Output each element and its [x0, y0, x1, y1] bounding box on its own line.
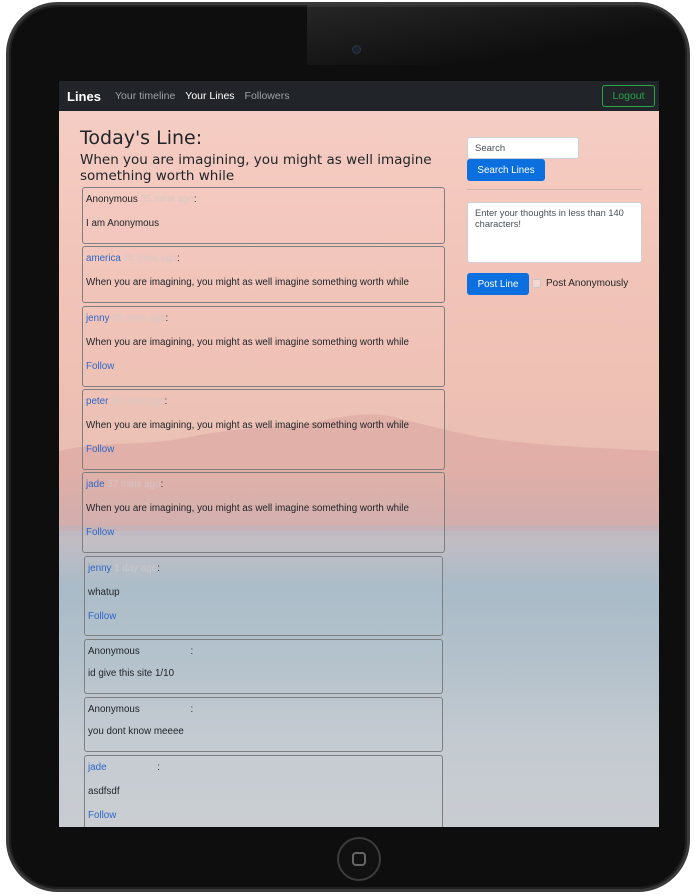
line-text: you dont know meeee — [88, 726, 184, 737]
logout-button[interactable]: Logout — [602, 85, 655, 107]
line-author: Anonymous — [88, 704, 140, 715]
compose-line-textarea[interactable]: Enter your thoughts in less than 140 cha… — [467, 202, 642, 263]
follow-link[interactable]: Follow — [86, 444, 114, 455]
screen: Lines Your timeline Your Lines Followers… — [59, 81, 659, 827]
line-time: 36 mins ago — [111, 396, 165, 407]
line-card: jade 37 mins ago: When you are imagining… — [82, 472, 445, 553]
nav-your-lines[interactable]: Your Lines — [185, 90, 234, 102]
todays-line: When you are imagining, you might as wel… — [80, 152, 432, 184]
camera-icon — [352, 45, 361, 54]
line-text: whatup — [88, 587, 120, 598]
nav-followers[interactable]: Followers — [245, 90, 290, 102]
line-card: jenny 1 day ago: whatup Follow — [84, 556, 443, 636]
search-lines-button[interactable]: Search Lines — [467, 159, 545, 181]
line-header: jade 37 mins ago: — [86, 479, 164, 490]
line-header: jenny 1 day ago: — [88, 563, 160, 574]
search-input[interactable]: Search — [467, 137, 579, 159]
post-anonymously-label[interactable]: Post Anonymously — [546, 278, 628, 289]
follow-link[interactable]: Follow — [86, 527, 114, 538]
line-card: jade : asdfsdf Follow — [84, 755, 443, 827]
page-title: Today's Line: — [80, 127, 203, 149]
post-anonymously-checkbox[interactable] — [532, 279, 541, 288]
line-author-link[interactable]: jenny — [86, 313, 109, 324]
line-card: america 35 mins ago: When you are imagin… — [82, 246, 445, 303]
line-header: jade : — [88, 762, 160, 773]
line-card: Anonymous 35 mins ago: I am Anonymous — [82, 187, 445, 244]
line-author: Anonymous — [86, 194, 138, 205]
home-button[interactable] — [337, 837, 381, 881]
line-author: Anonymous — [88, 646, 140, 657]
brand-link[interactable]: Lines — [67, 89, 101, 104]
line-author-link[interactable]: jade — [86, 479, 105, 490]
line-text: When you are imagining, you might as wel… — [86, 337, 409, 348]
line-text: When you are imagining, you might as wel… — [86, 503, 409, 514]
line-text: id give this site 1/10 — [88, 668, 175, 679]
line-header: jenny 36 mins ago: — [86, 313, 169, 324]
line-text: When you are imagining, you might as wel… — [86, 420, 409, 431]
line-card: jenny 36 mins ago: When you are imaginin… — [82, 306, 445, 387]
sidebar-divider — [467, 189, 642, 190]
line-author-link[interactable]: jenny — [88, 563, 111, 574]
follow-link[interactable]: Follow — [88, 611, 116, 622]
line-author-link[interactable]: jade — [88, 762, 107, 773]
follow-link[interactable]: Follow — [88, 810, 116, 821]
line-time: 1 day ago — [114, 563, 158, 574]
follow-link[interactable]: Follow — [86, 361, 114, 372]
line-header: america 35 mins ago: — [86, 253, 180, 264]
line-time: 35 mins ago — [123, 253, 177, 264]
line-author-link[interactable]: peter — [86, 396, 108, 407]
line-card: Anonymous : id give this site 1/10 — [84, 639, 443, 694]
line-card: Anonymous : you dont know meeee — [84, 697, 443, 752]
home-square-icon — [352, 852, 366, 866]
line-header: Anonymous 35 mins ago: — [86, 194, 197, 205]
post-line-button[interactable]: Post Line — [467, 273, 529, 295]
line-time: 36 mins ago — [112, 313, 166, 324]
tablet-gloss — [307, 5, 687, 65]
line-author-link[interactable]: america — [86, 253, 121, 264]
line-header: Anonymous : — [88, 646, 194, 657]
line-text: I am Anonymous — [86, 218, 159, 229]
line-time: 37 mins ago — [107, 479, 161, 490]
navbar: Lines Your timeline Your Lines Followers… — [59, 81, 659, 111]
line-text: asdfsdf — [88, 786, 120, 797]
line-text: When you are imagining, you might as wel… — [86, 277, 409, 288]
line-card: peter 36 mins ago: When you are imaginin… — [82, 389, 445, 470]
line-header: Anonymous : — [88, 704, 194, 715]
line-header: peter 36 mins ago: — [86, 396, 168, 407]
line-time: 35 mins ago — [140, 194, 194, 205]
nav-your-timeline[interactable]: Your timeline — [115, 90, 175, 102]
